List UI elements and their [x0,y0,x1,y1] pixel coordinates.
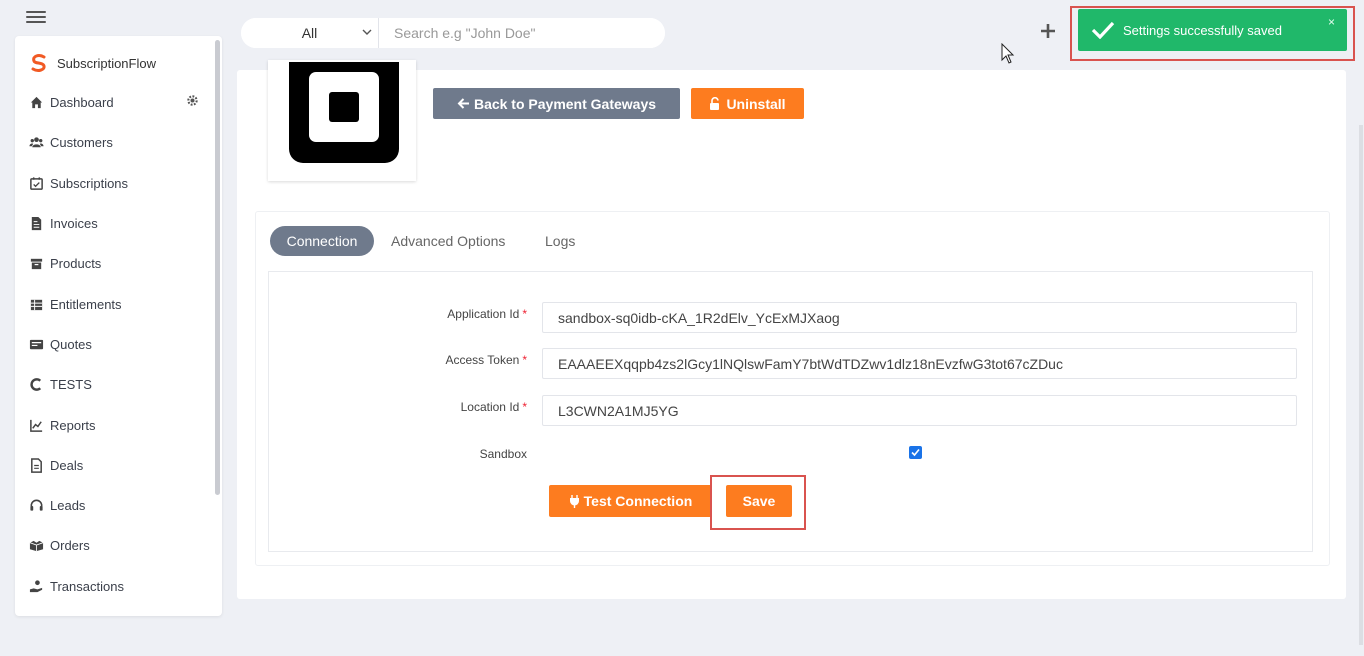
brand-name: SubscriptionFlow [57,55,156,71]
square-logo-inner [309,72,379,142]
sandbox-checkbox[interactable] [909,446,922,459]
search-input[interactable] [379,18,665,48]
box-icon [28,255,44,271]
document-icon [28,457,44,473]
sidebar-item-dashboard[interactable]: Dashboard [28,94,114,110]
access-token-label: Access Token * [446,353,528,367]
application-id-label-text: Application Id [447,307,520,321]
sidebar-item-label: Invoices [50,215,98,231]
checkmark-icon [1091,21,1115,39]
required-mark: * [522,307,527,321]
sidebar-item-customers[interactable]: Customers [28,134,113,150]
brand[interactable]: SubscriptionFlow [29,53,156,73]
sidebar-item-label: Orders [50,537,90,553]
headset-icon [28,497,44,513]
application-id-field[interactable] [542,302,1297,333]
sidebar-item-label: Subscriptions [50,175,129,191]
location-id-field[interactable] [542,395,1297,426]
sidebar-item-deals[interactable]: Deals [28,457,83,473]
search-scope-value: All [301,25,318,41]
sidebar-item-quotes[interactable]: Quotes [28,336,92,352]
plug-icon [569,494,579,508]
sidebar-item-label: Customers [50,134,113,150]
chart-line-icon [28,417,44,433]
required-mark: * [522,400,527,414]
sandbox-label: Sandbox [480,447,527,461]
location-id-label-text: Location Id [460,400,520,414]
file-invoice-icon [28,215,44,231]
test-connection-label: Test Connection [583,493,693,509]
sidebar-item-transactions[interactable]: Transactions [28,578,124,594]
arrow-left-icon [457,98,469,109]
tab-advanced-options[interactable]: Advanced Options [391,233,505,249]
chevron-down-icon [362,29,372,35]
hand-coin-icon [28,578,44,594]
sidebar-item-reports[interactable]: Reports [28,417,96,433]
sidebar: SubscriptionFlow Dashboard Customers Sub… [15,36,222,616]
access-token-label-text: Access Token [445,353,520,367]
page-scrollbar[interactable] [1359,125,1363,645]
sidebar-item-products[interactable]: Products [28,255,101,271]
back-button-label: Back to Payment Gateways [473,95,657,112]
sidebar-item-orders[interactable]: Orders [28,537,90,553]
quote-card-icon [28,336,44,352]
sidebar-item-label: Reports [50,417,96,433]
sidebar-item-label: Deals [50,457,84,473]
sidebar-item-invoices[interactable]: Invoices [28,215,98,231]
toast-message: Settings successfully saved [1123,22,1282,38]
sidebar-item-leads[interactable]: Leads [28,497,85,513]
sandbox-label-text: Sandbox [479,447,527,461]
tab-label: Advanced Options [391,233,506,249]
layers-icon [28,296,44,312]
uninstall-button[interactable]: Uninstall [691,88,804,119]
tab-label: Connection [286,233,358,249]
uninstall-button-label: Uninstall [726,95,786,112]
menu-toggle-icon[interactable] [26,11,46,23]
subscriptionflow-logo-icon [31,54,46,72]
test-connection-button[interactable]: Test Connection [549,485,712,517]
tab-label: Logs [545,233,576,249]
save-button-label: Save [742,493,776,509]
sidebar-item-label: Dashboard [50,94,114,110]
sidebar-item-label: Entitlements [50,296,122,312]
unlock-icon [710,97,720,110]
search-bar: All [241,18,665,48]
tab-connection[interactable]: Connection [270,226,374,256]
sidebar-scrollbar[interactable] [215,40,220,495]
checkbox-check-icon [911,448,920,457]
gear-icon[interactable] [186,94,199,107]
toast-close-button[interactable]: × [1328,15,1335,29]
tab-logs[interactable]: Logs [545,233,575,249]
square-logo-dot [329,92,359,122]
sidebar-item-subscriptions[interactable]: Subscriptions [28,175,128,191]
square-gateway-logo-icon [289,62,399,163]
boxes-icon [28,537,44,553]
sidebar-item-label: TESTS [50,376,92,392]
sidebar-item-label: Transactions [50,578,124,594]
required-mark: * [522,353,527,367]
back-to-payment-gateways-button[interactable]: Back to Payment Gateways [433,88,680,119]
search-scope-select[interactable]: All [241,18,379,48]
home-icon [28,94,44,110]
sidebar-item-tests[interactable]: TESTS [28,376,92,392]
sidebar-item-entitlements[interactable]: Entitlements [28,296,122,312]
sidebar-item-label: Products [50,255,102,271]
sidebar-item-label: Quotes [50,336,92,352]
c-icon [28,376,44,392]
save-button[interactable]: Save [726,485,792,517]
success-toast: Settings successfully saved × [1078,9,1347,51]
add-icon[interactable] [1038,21,1058,41]
mouse-cursor-icon [1001,43,1015,64]
users-icon [28,134,44,150]
location-id-label: Location Id * [461,400,527,414]
calendar-check-icon [28,175,44,191]
access-token-field[interactable] [542,348,1297,379]
sidebar-item-label: Leads [50,497,86,513]
application-id-label: Application Id * [447,307,527,321]
